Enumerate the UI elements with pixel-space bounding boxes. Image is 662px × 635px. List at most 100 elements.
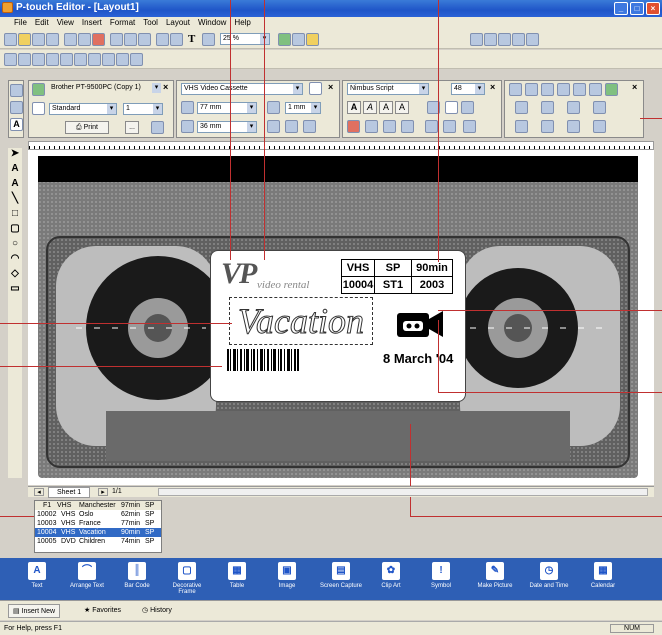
text-frame-icon[interactable]	[443, 120, 456, 133]
layout-tool-7-icon[interactable]	[605, 83, 618, 96]
more-options-icon[interactable]	[463, 120, 476, 133]
paste-icon[interactable]	[138, 33, 151, 46]
screen-capture-button[interactable]: ▤ Screen Capture	[318, 560, 364, 600]
layout-view-icon[interactable]	[10, 84, 23, 97]
calendar-button[interactable]: ▦ Calendar	[580, 560, 626, 600]
minimize-button[interactable]: _	[614, 2, 628, 15]
print-preview-icon[interactable]	[78, 33, 91, 46]
zoom-select[interactable]: 25 %	[220, 33, 270, 45]
decorative-frame-button[interactable]: ▢ Decorative Frame	[164, 560, 210, 600]
frame-icon[interactable]	[285, 120, 298, 133]
horizontal-scrollbar[interactable]	[158, 488, 648, 496]
vertical-text-tool-icon[interactable]: A	[8, 178, 22, 193]
layout-tool-11-icon[interactable]	[593, 101, 606, 114]
menu-file[interactable]: File	[0, 17, 31, 28]
layout-tool-4-icon[interactable]	[557, 83, 570, 96]
ungroup-icon[interactable]	[512, 33, 525, 46]
draw-tool-7-icon[interactable]	[88, 53, 101, 66]
font-select[interactable]: Nimbus Script	[347, 83, 429, 95]
layout-tool-8-icon[interactable]	[515, 101, 528, 114]
menu-window[interactable]: Window	[194, 17, 230, 28]
layout-tool-12-icon[interactable]	[515, 120, 528, 133]
layout-tool-5-icon[interactable]	[573, 83, 586, 96]
polygon-tool-icon[interactable]: ◇	[8, 268, 22, 283]
whats-this-icon[interactable]	[306, 33, 319, 46]
scroll-left-button[interactable]: ◂	[34, 488, 44, 496]
print-settings-icon[interactable]	[151, 121, 164, 134]
date-time-button[interactable]: ◷ Date and Time	[526, 560, 572, 600]
insert-text-button[interactable]: A Text	[14, 560, 60, 600]
align-left-icon[interactable]	[347, 120, 360, 133]
menu-edit[interactable]: Edit	[31, 17, 53, 28]
ellipse-tool-icon[interactable]: ○	[8, 238, 22, 253]
draw-tool-10-icon[interactable]	[130, 53, 143, 66]
image-button[interactable]: ▣ Image	[264, 560, 310, 600]
panel-close-icon[interactable]: ×	[163, 83, 172, 92]
redo-icon[interactable]	[170, 33, 183, 46]
tab-insert-new[interactable]: ▤ Insert New	[8, 604, 61, 618]
width-field[interactable]: 77 mm	[197, 102, 257, 114]
draw-tool-6-icon[interactable]	[74, 53, 87, 66]
draw-tool-1-icon[interactable]	[4, 53, 17, 66]
table-row[interactable]: 10002 VHS Oslo 62min SP	[35, 510, 161, 519]
align-icon[interactable]	[470, 33, 483, 46]
database-view-icon[interactable]	[10, 101, 23, 114]
zoom-out-icon[interactable]	[292, 33, 305, 46]
print-icon[interactable]	[64, 33, 77, 46]
align-right-icon[interactable]	[383, 120, 396, 133]
menu-format[interactable]: Format	[106, 17, 139, 28]
line-tool-icon[interactable]: ╲	[8, 193, 22, 208]
draw-tool-2-icon[interactable]	[18, 53, 31, 66]
height-field[interactable]: 36 mm	[197, 121, 257, 133]
draw-tool-4-icon[interactable]	[46, 53, 59, 66]
table-row[interactable]: 10005 DVD Children 74min SP	[35, 537, 161, 546]
table-button[interactable]: ▦ Table	[214, 560, 260, 600]
draw-tool-5-icon[interactable]	[60, 53, 73, 66]
rounded-rect-tool-icon[interactable]: ▢	[8, 223, 22, 238]
cassette-label[interactable]: VP video rental VHS SP 90min 10004 ST1 2…	[210, 250, 466, 402]
title-text-frame[interactable]: Vacation	[229, 297, 373, 345]
panel-close-icon[interactable]: ×	[328, 83, 337, 92]
layout-tool-10-icon[interactable]	[567, 101, 580, 114]
panel-close-icon[interactable]: ×	[632, 83, 641, 92]
text-mode-icon[interactable]: A	[10, 118, 23, 131]
layout-tool-6-icon[interactable]	[589, 83, 602, 96]
maximize-button[interactable]: □	[630, 2, 644, 15]
printer-name[interactable]: Brother PT-9500PC (Copy 1)	[49, 83, 161, 95]
italic-button[interactable]: A	[363, 101, 377, 114]
draw-tool-3-icon[interactable]	[32, 53, 45, 66]
arrange-text-button[interactable]: ⌒ Arrange Text	[64, 560, 110, 600]
outline-button[interactable]: A	[395, 101, 409, 114]
scroll-right-button[interactable]: ▸	[98, 488, 108, 496]
save-all-icon[interactable]	[46, 33, 59, 46]
panel-close-icon[interactable]: ×	[490, 83, 499, 92]
barcode-button[interactable]: ║ Bar Code	[114, 560, 160, 600]
clip-art-button[interactable]: ✿ Clip Art	[368, 560, 414, 600]
orientation-icon[interactable]	[309, 82, 322, 95]
draw-tool-8-icon[interactable]	[102, 53, 115, 66]
menu-help[interactable]: Help	[230, 17, 254, 28]
layout-tool-14-icon[interactable]	[567, 120, 580, 133]
underline-button[interactable]: A	[379, 101, 393, 114]
text-tool-icon[interactable]: A	[8, 163, 22, 178]
undo-icon[interactable]	[156, 33, 169, 46]
menu-tool[interactable]: Tool	[139, 17, 162, 28]
menu-insert[interactable]: Insert	[78, 17, 106, 28]
align-center-icon[interactable]	[365, 120, 378, 133]
frame-tool-icon[interactable]: ▭	[8, 283, 22, 298]
text-effect-icon[interactable]	[445, 101, 458, 114]
justify-icon[interactable]	[401, 120, 414, 133]
new-icon[interactable]	[4, 33, 17, 46]
tab-history[interactable]: ◷ History	[138, 604, 176, 618]
select-arrow-icon[interactable]: ➤	[8, 148, 22, 163]
layout-tool-15-icon[interactable]	[593, 120, 606, 133]
print-button[interactable]: ⎙ Print	[65, 121, 109, 134]
layout-tool-13-icon[interactable]	[541, 120, 554, 133]
layout-tool-3-icon[interactable]	[541, 83, 554, 96]
text-size-icon[interactable]	[461, 101, 474, 114]
arc-tool-icon[interactable]: ◠	[8, 253, 22, 268]
text-icon[interactable]: T	[188, 33, 201, 46]
zoom-in-icon[interactable]	[278, 33, 291, 46]
print-options-button[interactable]: ...	[125, 121, 139, 134]
close-button[interactable]: ×	[646, 2, 660, 15]
